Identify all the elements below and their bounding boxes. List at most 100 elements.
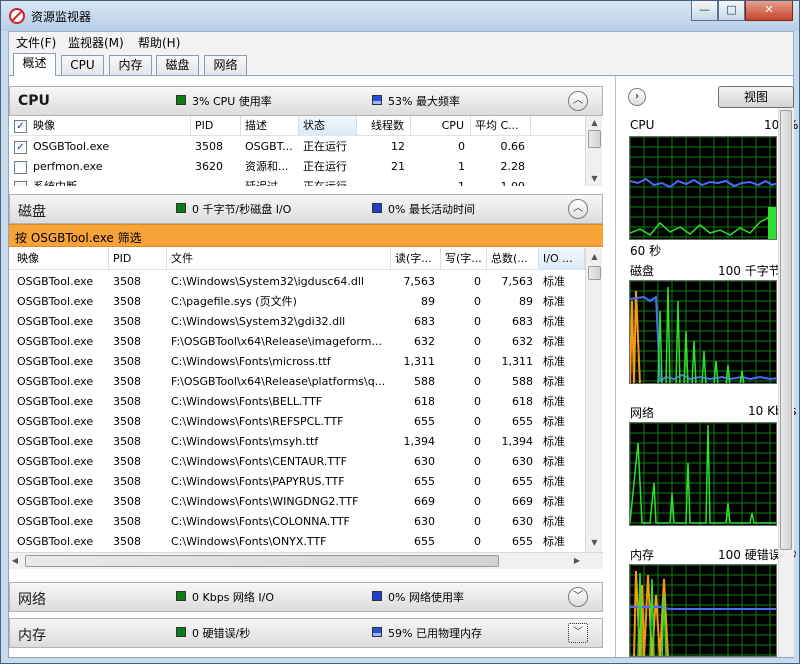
close-button[interactable]: ✕ — [745, 1, 793, 21]
disk-row-read: 632 — [414, 335, 435, 348]
disk-row-io-priority: 标准 — [543, 535, 565, 548]
disk-table-row[interactable]: OSGBTool.exe 3508 F:\OSGBTool\x64\Release\… — [9, 332, 585, 352]
scroll-up-arrow-icon[interactable]: ▲ — [586, 252, 603, 261]
disk-row-io-priority: 标准 — [543, 415, 565, 428]
network-expand-button[interactable]: ﹀ — [568, 587, 588, 607]
disk-row-write: 0 — [474, 395, 481, 408]
cpu-row-pid: - — [191, 177, 241, 186]
disk-table-row[interactable]: OSGBTool.exe 3508 C:\Windows\Fonts\msyh.tt… — [9, 432, 585, 452]
cpu-col-avg[interactable]: 平均 C... — [471, 116, 531, 136]
cpu-row-pid: 3508 — [195, 140, 223, 153]
disk-collapse-button[interactable]: ︿ — [568, 199, 588, 219]
memory-graph — [629, 564, 777, 657]
scroll-up-arrow-icon[interactable]: ▲ — [586, 118, 603, 127]
network-io-text: 0 Kbps 网络 I/O — [192, 591, 275, 604]
cpu-row-checkbox[interactable] — [14, 181, 27, 186]
cpu-col-cpu[interactable]: CPU — [411, 116, 471, 136]
scroll-down-arrow-icon[interactable]: ▼ — [586, 538, 603, 547]
tab-overview[interactable]: 概述 — [13, 53, 56, 76]
disk-col-file[interactable]: 文件 — [167, 248, 391, 270]
disk-table-row[interactable]: OSGBTool.exe 3508 C:\pagefile.sys (页文件) 89 0… — [9, 292, 585, 312]
tab-cpu[interactable]: CPU — [61, 55, 104, 75]
cpu-row-checkbox[interactable]: ✓ — [14, 141, 27, 154]
disk-row-io-priority: 标准 — [543, 275, 565, 288]
cpu-table-scrollbar[interactable]: ▲ ▼ — [585, 116, 602, 186]
cpu-row-checkbox[interactable] — [14, 161, 27, 174]
tab-disk[interactable]: 磁盘 — [156, 55, 199, 75]
cpu-row[interactable]: perfmon.exe 3620 资源和... 正在运行 21 1 2.28 — [9, 157, 585, 177]
network-graph-label: 网络 — [630, 406, 655, 420]
disk-row-read: 630 — [414, 515, 435, 528]
disk-row-image: OSGBTool.exe — [17, 515, 94, 528]
tab-memory[interactable]: 内存 — [109, 55, 152, 75]
disk-table-hscrollbar[interactable]: ◀ ▶ — [9, 552, 603, 569]
disk-table-row[interactable]: OSGBTool.exe 3508 C:\Windows\Fonts\BELL.TT… — [9, 392, 585, 412]
cpu-col-threads[interactable]: 线程数 — [357, 116, 411, 136]
disk-row-total: 632 — [512, 335, 533, 348]
disk-row-total: 683 — [512, 315, 533, 328]
cpu-select-all-checkbox[interactable]: ✓ — [14, 120, 27, 133]
disk-table-row[interactable]: OSGBTool.exe 3508 C:\Windows\Fonts\CENTAUR… — [9, 452, 585, 472]
disk-table-row[interactable]: OSGBTool.exe 3508 C:\Windows\Fonts\micross… — [9, 352, 585, 372]
disk-row-total: 1,311 — [501, 355, 534, 368]
scroll-right-arrow-icon[interactable]: ▶ — [571, 556, 583, 565]
graph-panel-scrollbar[interactable] — [778, 108, 794, 657]
disk-col-io[interactable]: I/O ... — [539, 248, 585, 270]
disk-row-pid: 3508 — [113, 275, 141, 288]
cpu-col-desc[interactable]: 描述 — [241, 116, 299, 136]
disk-row-write: 0 — [474, 475, 481, 488]
scroll-down-arrow-icon[interactable]: ▼ — [586, 174, 603, 183]
disk-row-image: OSGBTool.exe — [17, 435, 94, 448]
title-bar[interactable]: 资源监视器 — □ ✕ — [1, 1, 799, 31]
tab-network[interactable]: 网络 — [204, 55, 247, 75]
menu-monitor[interactable]: 监视器(M) — [68, 34, 124, 51]
scroll-thumb[interactable] — [588, 130, 601, 148]
disk-table-row[interactable]: OSGBTool.exe 3508 F:\OSGBTool\x64\Release\… — [9, 372, 585, 392]
collapse-graphs-button[interactable]: › — [628, 88, 646, 106]
view-dropdown-button[interactable]: 视图 — [718, 86, 794, 108]
cpu-col-image[interactable]: 映像 — [29, 116, 191, 136]
hscroll-thumb[interactable] — [25, 555, 499, 567]
maximize-button[interactable]: □ — [718, 1, 745, 21]
disk-section-title: 磁盘 — [18, 204, 46, 220]
cpu-row-avg: 0.66 — [500, 140, 526, 153]
disk-table-row[interactable]: OSGBTool.exe 3508 C:\Windows\System32\gdi3… — [9, 312, 585, 332]
cpu-collapse-button[interactable]: ︿ — [568, 91, 588, 111]
scroll-left-arrow-icon[interactable]: ◀ — [9, 556, 21, 565]
disk-filter-text: 按 OSGBTool.exe 筛选 — [15, 231, 142, 245]
minimize-button[interactable]: — — [691, 1, 718, 21]
cpu-row-threads: - — [357, 177, 411, 186]
disk-row-image: OSGBTool.exe — [17, 475, 94, 488]
menu-help[interactable]: 帮助(H) — [138, 34, 180, 51]
disk-row-file: C:\Windows\Fonts\WINGDNG2.TTF — [171, 495, 359, 508]
disk-table-row[interactable]: OSGBTool.exe 3508 C:\Windows\Fonts\COLONNA… — [9, 512, 585, 532]
disk-col-image[interactable]: 映像 — [13, 248, 109, 270]
disk-table-row[interactable]: OSGBTool.exe 3508 C:\Windows\Fonts\WINGDNG… — [9, 492, 585, 512]
disk-col-read[interactable]: 读(字... — [391, 248, 441, 270]
resource-monitor-app-icon — [9, 8, 25, 24]
disk-row-read: 1,394 — [403, 435, 436, 448]
disk-col-pid[interactable]: PID — [109, 248, 167, 270]
disk-row-file: C:\Windows\Fonts\msyh.ttf — [171, 435, 319, 448]
memory-expand-button[interactable]: ﹀ — [568, 623, 588, 643]
cpu-section-header[interactable]: CPU 3% CPU 使用率 53% 最大频率 ︿ — [9, 86, 603, 116]
disk-section-header[interactable]: 磁盘 0 千字节/秒磁盘 I/O 0% 最长活动时间 ︿ — [9, 194, 603, 224]
graph-scroll-thumb[interactable] — [780, 110, 792, 550]
disk-row-write: 0 — [474, 275, 481, 288]
cpu-row[interactable]: ✓ OSGBTool.exe 3508 OSGBT... 正在运行 12 0 0… — [9, 137, 585, 157]
network-section-header[interactable]: 网络 0 Kbps 网络 I/O 0% 网络使用率 ﹀ — [9, 582, 603, 612]
disk-col-write[interactable]: 写(字... — [441, 248, 487, 270]
disk-table-row[interactable]: OSGBTool.exe 3508 C:\Windows\Fonts\ONYX.TT… — [9, 532, 585, 552]
disk-row-total: 655 — [512, 535, 533, 548]
disk-table-row[interactable]: OSGBTool.exe 3508 C:\Windows\Fonts\PAPYRUS… — [9, 472, 585, 492]
cpu-col-pid[interactable]: PID — [191, 116, 241, 136]
cpu-row[interactable]: 系统中断 - 延迟过... 正在运行 - 1 1.09 — [9, 177, 585, 186]
disk-table-scrollbar[interactable]: ▲ ▼ — [585, 248, 602, 552]
cpu-col-status[interactable]: 状态 — [299, 116, 357, 136]
scroll-thumb[interactable] — [588, 266, 601, 280]
menu-file[interactable]: 文件(F) — [16, 34, 56, 51]
memory-section-header[interactable]: 内存 0 硬错误/秒 59% 已用物理内存 ﹀ — [9, 618, 603, 648]
disk-table-row[interactable]: OSGBTool.exe 3508 C:\Windows\System32\igdu… — [9, 272, 585, 292]
disk-table-row[interactable]: OSGBTool.exe 3508 C:\Windows\Fonts\REFSPCL… — [9, 412, 585, 432]
disk-col-total[interactable]: 总数(... — [487, 248, 539, 270]
